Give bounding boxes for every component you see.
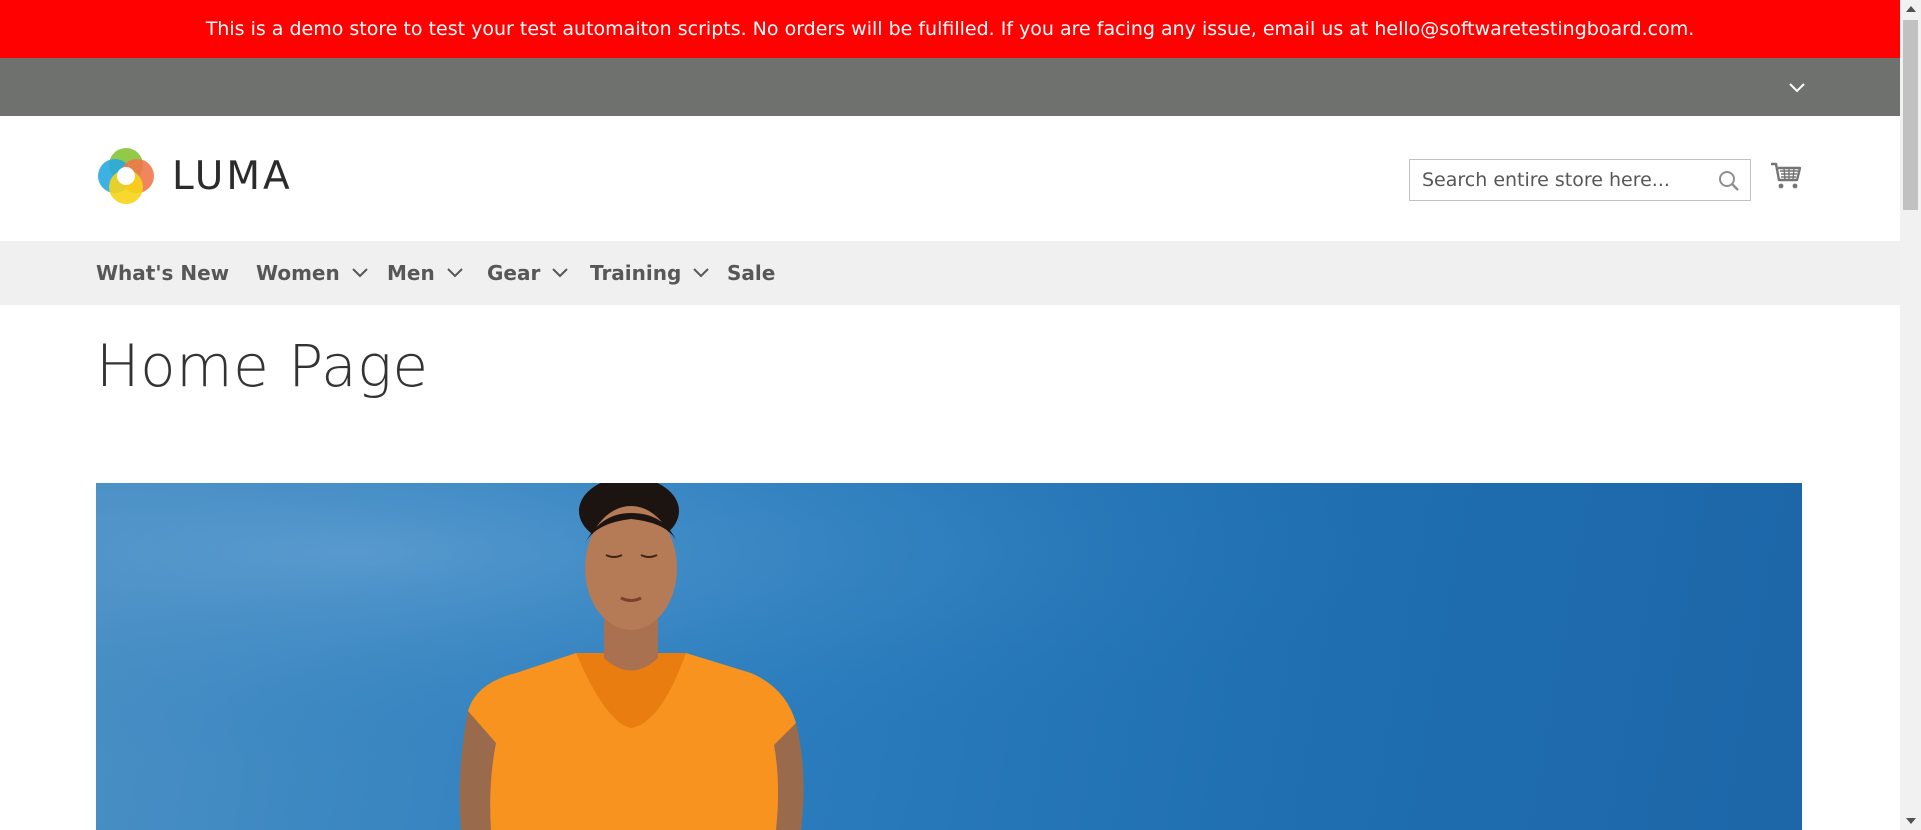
site-header: LUMA [0, 116, 1900, 241]
chevron-down-icon[interactable] [1787, 78, 1807, 98]
demo-notice-banner: This is a demo store to test your test a… [0, 0, 1900, 58]
nav-item-label: Women [256, 261, 340, 285]
page-title: Home Page [96, 332, 429, 400]
chevron-down-icon [447, 268, 463, 278]
chevron-down-icon [552, 268, 569, 278]
store-logo[interactable]: LUMA [96, 146, 293, 206]
top-panel [0, 58, 1900, 116]
nav-item-women[interactable]: Women [256, 241, 368, 305]
nav-item-label: Sale [727, 261, 776, 285]
scrollbar-thumb[interactable] [1903, 20, 1918, 210]
nav-item-label: Gear [487, 261, 541, 285]
nav-item-whats-new[interactable]: What's New [96, 241, 229, 305]
nav-item-label: Training [590, 261, 682, 285]
chevron-down-icon [693, 268, 710, 278]
luma-logo-icon [98, 148, 154, 204]
hero-woman-meditating-image [96, 483, 1802, 830]
scroll-up-arrow-icon[interactable] [1900, 0, 1921, 18]
chevron-down-icon [352, 268, 368, 278]
nav-item-gear[interactable]: Gear [487, 241, 569, 305]
search-box [1409, 159, 1751, 201]
nav-item-men[interactable]: Men [387, 241, 463, 305]
demo-notice-text: This is a demo store to test your test a… [205, 18, 1695, 40]
nav-item-training[interactable]: Training [590, 241, 710, 305]
scroll-down-arrow-icon[interactable] [1900, 812, 1921, 830]
nav-item-label: Men [387, 261, 435, 285]
search-input[interactable] [1410, 160, 1710, 200]
search-icon[interactable] [1718, 170, 1740, 192]
page-scrollbar[interactable] [1900, 0, 1921, 830]
main-navigation: What's New Women Men Gear Training Sale [0, 241, 1900, 305]
cart-icon[interactable] [1770, 159, 1802, 191]
hero-banner[interactable] [96, 483, 1802, 830]
nav-item-sale[interactable]: Sale [727, 241, 775, 305]
logo-text: LUMA [172, 153, 293, 199]
nav-item-label: What's New [96, 261, 230, 285]
